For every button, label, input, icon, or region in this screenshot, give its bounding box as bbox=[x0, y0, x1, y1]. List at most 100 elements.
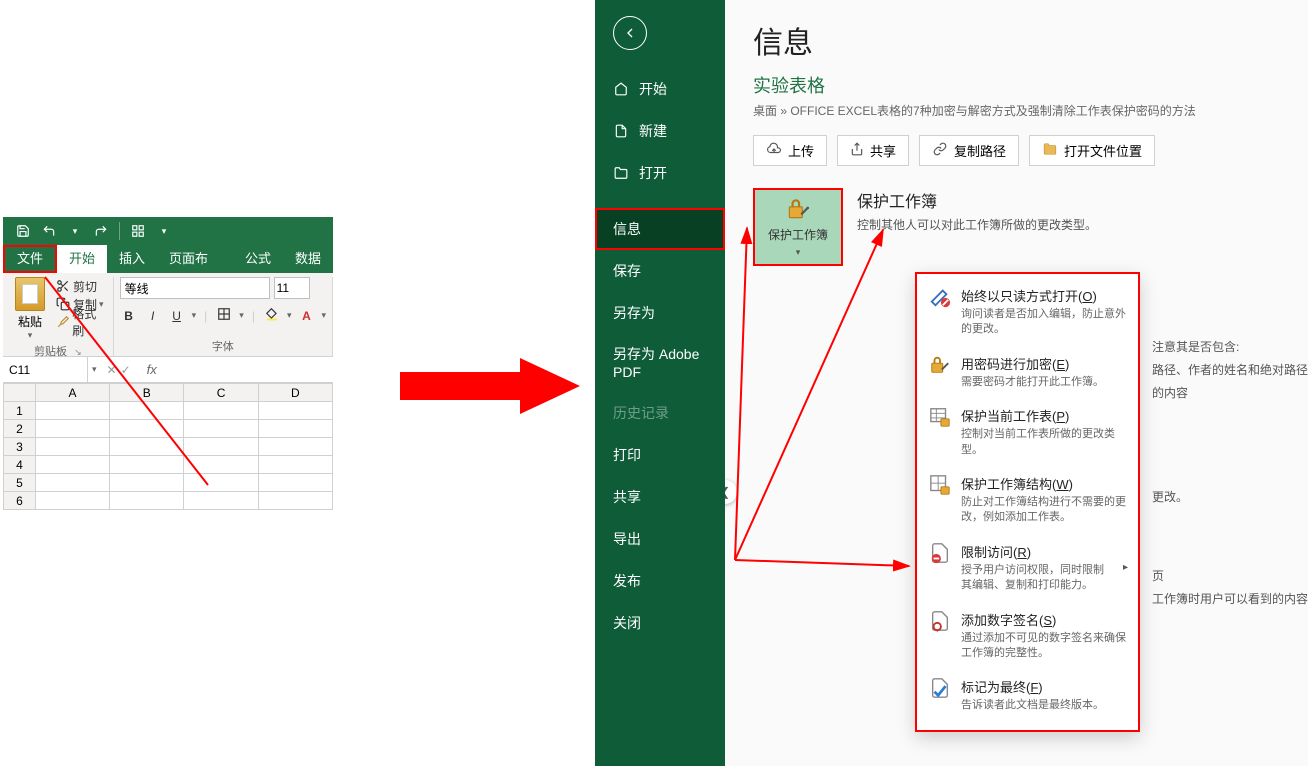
row-header[interactable]: 2 bbox=[4, 420, 36, 438]
column-header[interactable]: D bbox=[258, 384, 332, 402]
sidebar-item-label: 另存为 bbox=[613, 303, 655, 323]
font-group-label: 字体 bbox=[120, 336, 326, 354]
row-header[interactable]: 6 bbox=[4, 492, 36, 510]
sidebar-item-label: 打开 bbox=[639, 163, 667, 183]
sidebar-item-history: 历史记录 bbox=[595, 392, 725, 434]
sidebar-item-save[interactable]: 保存 bbox=[595, 250, 725, 292]
chevron-down-icon: ▾ bbox=[796, 247, 801, 258]
touch-mode-icon[interactable] bbox=[126, 219, 150, 243]
tab-file[interactable]: 文件 bbox=[3, 245, 57, 273]
share-label: 共享 bbox=[870, 141, 896, 160]
back-button[interactable] bbox=[613, 16, 647, 50]
tab-home[interactable]: 开始 bbox=[57, 245, 107, 273]
document-path: 桌面 » OFFICE EXCEL表格的7种加密与解密方式及强制清除工作表保护密… bbox=[753, 102, 1280, 119]
sidebar-item-label: 共享 bbox=[613, 487, 641, 507]
menu-item-digital-signature[interactable]: 添加数字签名(S) 通过添加不可见的数字签名来确保工作簿的完整性。 bbox=[917, 604, 1138, 672]
save-icon[interactable] bbox=[11, 219, 35, 243]
font-name-select[interactable] bbox=[120, 277, 270, 299]
underline-button[interactable]: U bbox=[168, 309, 186, 323]
pencil-slash-icon bbox=[927, 286, 953, 312]
backstage-content: ❮ 信息 实验表格 桌面 » OFFICE EXCEL表格的7种加密与解密方式及… bbox=[725, 0, 1308, 766]
fx-icon[interactable]: fx bbox=[137, 362, 167, 377]
font-size-select[interactable] bbox=[274, 277, 310, 299]
column-header[interactable]: A bbox=[35, 384, 109, 402]
sidebar-item-info[interactable]: 信息 bbox=[595, 208, 725, 250]
sidebar-item-save-pdf[interactable]: 另存为 Adobe PDF bbox=[595, 334, 725, 392]
menu-item-restrict-access[interactable]: 限制访问(R) 授予用户访问权限，同时限制其编辑、复制和打印能力。 ▸ bbox=[917, 536, 1138, 604]
row-header[interactable]: 1 bbox=[4, 402, 36, 420]
share-button[interactable]: 共享 bbox=[837, 135, 909, 166]
folder-open-icon bbox=[613, 165, 629, 181]
cut-button[interactable]: 剪切 bbox=[55, 277, 107, 295]
cut-label: 剪切 bbox=[73, 278, 97, 295]
qat-customize-icon[interactable]: ▾ bbox=[152, 219, 176, 243]
row-header[interactable]: 5 bbox=[4, 474, 36, 492]
row-header[interactable]: 4 bbox=[4, 456, 36, 474]
tab-insert[interactable]: 插入 bbox=[107, 245, 157, 273]
sidebar-item-close[interactable]: 关闭 bbox=[595, 602, 725, 644]
link-icon bbox=[932, 142, 948, 159]
undo-icon[interactable] bbox=[37, 219, 61, 243]
paste-button[interactable]: 粘贴 ▾ bbox=[9, 277, 51, 341]
protect-workbook-menu: 始终以只读方式打开(O) 询问读者是否加入编辑，防止意外的更改。 用密码进行加密… bbox=[915, 272, 1140, 732]
clipboard-group: 粘贴 ▾ 剪切 复制 ▾ bbox=[3, 277, 114, 356]
sidebar-item-print[interactable]: 打印 bbox=[595, 434, 725, 476]
column-header[interactable]: B bbox=[110, 384, 184, 402]
final-check-icon bbox=[927, 677, 953, 703]
upload-button[interactable]: 上传 bbox=[753, 135, 827, 166]
sidebar-item-label: 历史记录 bbox=[613, 403, 669, 423]
namebox-dropdown-icon[interactable]: ▾ bbox=[88, 364, 101, 375]
sidebar-item-open[interactable]: 打开 bbox=[595, 152, 725, 194]
enter-formula-icon[interactable]: ✓ bbox=[121, 363, 131, 377]
sidebar-item-save-as[interactable]: 另存为 bbox=[595, 292, 725, 334]
tab-layout[interactable]: 页面布局 bbox=[157, 245, 233, 273]
font-group: B I U ▾ | ▾ | ▾ A ▾ bbox=[114, 277, 333, 356]
undo-dropdown-icon[interactable]: ▾ bbox=[63, 219, 87, 243]
format-painter-label: 格式刷 bbox=[72, 305, 106, 339]
menu-item-protect-structure[interactable]: 保护工作簿结构(W) 防止对工作簿结构进行不需要的更改，例如添加工作表。 bbox=[917, 468, 1138, 536]
backstage-view: 开始 新建 打开 信息 保存 另存为 另存为 Adobe PDF 历史记录 bbox=[595, 0, 1308, 766]
bold-button[interactable]: B bbox=[120, 309, 138, 323]
format-painter-button[interactable]: 格式刷 bbox=[55, 313, 107, 331]
paintbrush-icon bbox=[55, 314, 70, 330]
redo-icon[interactable] bbox=[89, 219, 113, 243]
fill-color-button[interactable] bbox=[263, 307, 281, 324]
excel-window-snippet: ▾ ▾ 文件 开始 插入 页面布局 公式 数据 粘贴 ▾ bbox=[3, 217, 333, 510]
cancel-formula-icon[interactable]: ✕ bbox=[107, 363, 117, 377]
italic-button[interactable]: I bbox=[144, 309, 162, 323]
tab-data[interactable]: 数据 bbox=[283, 245, 333, 273]
tab-formula[interactable]: 公式 bbox=[233, 245, 283, 273]
menu-item-readonly[interactable]: 始终以只读方式打开(O) 询问读者是否加入编辑，防止意外的更改。 bbox=[917, 280, 1138, 348]
sidebar-item-label: 发布 bbox=[613, 571, 641, 591]
folder-icon bbox=[1042, 142, 1058, 159]
sidebar-item-new[interactable]: 新建 bbox=[595, 110, 725, 152]
menu-item-protect-sheet[interactable]: 保护当前工作表(P) 控制对当前工作表所做的更改类型。 bbox=[917, 400, 1138, 468]
info-actions: 上传 共享 复制路径 打开文件位置 bbox=[753, 135, 1280, 166]
chevron-right-icon: ▸ bbox=[1123, 562, 1128, 573]
copy-path-button[interactable]: 复制路径 bbox=[919, 135, 1019, 166]
ribbon-tabs: 文件 开始 插入 页面布局 公式 数据 bbox=[3, 245, 333, 273]
protect-workbook-button[interactable]: 保护工作簿 ▾ bbox=[753, 188, 843, 266]
column-header[interactable]: C bbox=[184, 384, 258, 402]
open-location-button[interactable]: 打开文件位置 bbox=[1029, 135, 1155, 166]
sidebar-item-home[interactable]: 开始 bbox=[595, 68, 725, 110]
sidebar-item-share[interactable]: 共享 bbox=[595, 476, 725, 518]
name-box[interactable] bbox=[3, 357, 88, 382]
menu-item-encrypt[interactable]: 用密码进行加密(E) 需要密码才能打开此工作簿。 bbox=[917, 348, 1138, 400]
font-color-button[interactable]: A bbox=[297, 309, 315, 323]
select-all-corner[interactable] bbox=[4, 384, 36, 402]
cloud-upload-icon bbox=[766, 142, 782, 159]
sidebar-item-publish[interactable]: 发布 bbox=[595, 560, 725, 602]
sidebar-item-label: 关闭 bbox=[613, 613, 641, 633]
spreadsheet-grid[interactable]: A B C D 1 2 3 4 5 6 bbox=[3, 383, 333, 510]
border-button[interactable] bbox=[215, 307, 233, 324]
collapse-chevron-icon[interactable]: ❮ bbox=[725, 480, 737, 504]
sidebar-item-export[interactable]: 导出 bbox=[595, 518, 725, 560]
menu-item-mark-final[interactable]: 标记为最终(F) 告诉读者此文档是最终版本。 bbox=[917, 671, 1138, 723]
formula-bar-row: ▾ ✕ ✓ fx bbox=[3, 357, 333, 383]
page-title: 信息 bbox=[753, 18, 1280, 62]
open-location-label: 打开文件位置 bbox=[1064, 141, 1142, 160]
sidebar-item-label: 信息 bbox=[613, 219, 641, 239]
dialog-launcher-icon[interactable]: ↘ bbox=[74, 347, 82, 357]
row-header[interactable]: 3 bbox=[4, 438, 36, 456]
